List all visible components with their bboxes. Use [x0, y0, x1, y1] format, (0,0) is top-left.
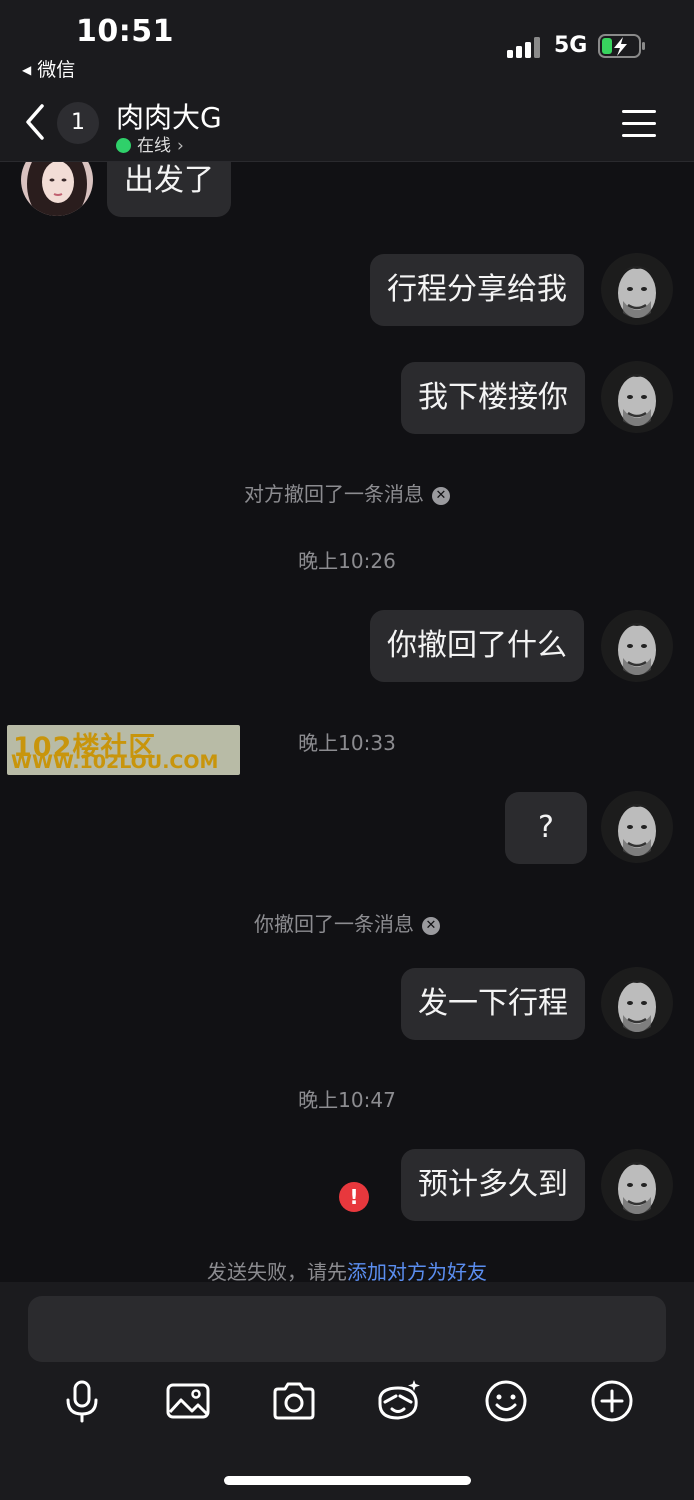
recall-notice-text: 你撤回了一条消息	[254, 912, 414, 936]
camera-icon[interactable]	[271, 1378, 317, 1424]
online-status-label: 在线	[137, 136, 171, 156]
plus-icon[interactable]	[589, 1378, 635, 1424]
menu-icon[interactable]	[622, 110, 656, 138]
chat-header: 1 肉肉大G 在线 ›	[0, 88, 694, 162]
unread-count-badge[interactable]: 1	[57, 102, 99, 144]
send-failed-text: 发送失败，请先	[207, 1260, 347, 1282]
message-input[interactable]	[28, 1296, 666, 1362]
contact-name[interactable]: 肉肉大G	[116, 96, 222, 136]
dismiss-icon[interactable]: ✕	[422, 917, 440, 935]
message-bubble[interactable]: ?	[505, 792, 587, 864]
battery-charging-icon	[598, 34, 645, 58]
user-avatar[interactable]	[601, 361, 673, 433]
status-bar: 10:51 ◀ 微信 5G	[0, 0, 694, 88]
chevron-right-icon: ›	[177, 136, 184, 156]
message-bubble[interactable]: 出发了	[107, 162, 231, 217]
recall-notice-text: 对方撤回了一条消息	[244, 482, 424, 506]
message-bubble[interactable]: 预计多久到	[401, 1149, 585, 1221]
microphone-icon[interactable]	[59, 1378, 105, 1424]
message-bubble[interactable]: 我下楼接你	[401, 362, 585, 434]
send-failed-notice: 发送失败，请先添加对方为好友	[0, 1256, 694, 1282]
timestamp: 晚上10:26	[298, 549, 396, 573]
message-list[interactable]: 出发了 行程分享给我 我下楼接你 对方撤回了一条消息 ✕ 晚上10:26 你撤回了…	[0, 162, 694, 1282]
recall-notice: 对方撤回了一条消息 ✕	[0, 478, 694, 507]
add-friend-link[interactable]: 添加对方为好友	[347, 1260, 487, 1282]
message-bubble[interactable]: 行程分享给我	[370, 254, 584, 326]
network-type: 5G	[554, 33, 588, 58]
composer	[0, 1282, 694, 1500]
message-bubble[interactable]: 发一下行程	[401, 968, 585, 1040]
sticker-icon[interactable]	[376, 1378, 422, 1424]
contact-avatar[interactable]	[21, 162, 93, 216]
user-avatar[interactable]	[601, 967, 673, 1039]
online-status[interactable]: 在线 ›	[116, 131, 184, 156]
recall-notice: 你撤回了一条消息 ✕	[0, 908, 694, 937]
message-bubble[interactable]: 你撤回了什么	[370, 610, 584, 682]
signal-icon	[507, 36, 543, 58]
user-avatar[interactable]	[601, 610, 673, 682]
back-triangle-icon: ◀	[22, 63, 32, 77]
online-dot-icon	[116, 138, 131, 153]
timestamp: 晚上10:33	[298, 731, 396, 755]
user-avatar[interactable]	[601, 1149, 673, 1221]
user-avatar[interactable]	[601, 791, 673, 863]
send-failed-icon[interactable]: !	[339, 1182, 369, 1212]
home-indicator[interactable]	[224, 1476, 471, 1485]
back-to-app-link[interactable]: ◀ 微信	[22, 55, 75, 82]
image-icon[interactable]	[165, 1378, 211, 1424]
back-arrow-icon[interactable]	[20, 102, 52, 142]
emoji-icon[interactable]	[483, 1378, 529, 1424]
clock: 10:51	[76, 14, 174, 49]
back-app-label: 微信	[37, 59, 76, 81]
dismiss-icon[interactable]: ✕	[432, 487, 450, 505]
user-avatar[interactable]	[601, 253, 673, 325]
timestamp: 晚上10:47	[298, 1088, 396, 1112]
